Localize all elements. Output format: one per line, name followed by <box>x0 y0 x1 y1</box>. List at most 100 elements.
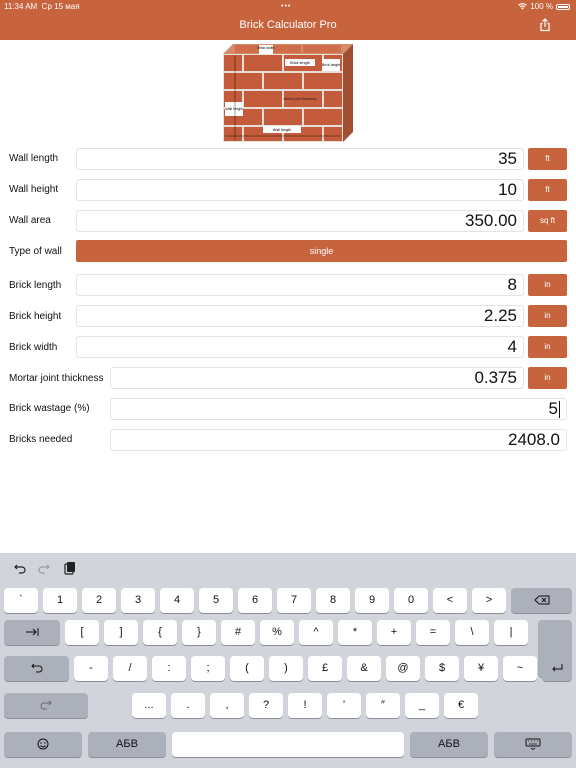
key-double-prime[interactable]: ″ <box>366 693 400 718</box>
key-question[interactable]: ? <box>249 693 283 718</box>
key-5[interactable]: 5 <box>199 588 233 613</box>
key-tilde[interactable]: ~ <box>503 656 537 681</box>
brick-height-unit-button[interactable]: in <box>528 305 567 327</box>
key-dollar[interactable]: $ <box>425 656 459 681</box>
brick-height-input[interactable]: 2.25 <box>76 305 524 327</box>
emoji-key[interactable] <box>4 732 82 757</box>
return-icon <box>552 664 563 672</box>
key-9[interactable]: 9 <box>355 588 389 613</box>
key-underscore[interactable]: _ <box>405 693 439 718</box>
dismiss-keyboard-key[interactable] <box>494 732 572 757</box>
wall-length-label: Wall length <box>9 153 59 164</box>
key-plus[interactable]: + <box>377 620 411 645</box>
key-less-than[interactable]: < <box>433 588 467 613</box>
key-at[interactable]: @ <box>386 656 420 681</box>
wifi-icon <box>518 3 528 10</box>
key-pound[interactable]: £ <box>308 656 342 681</box>
redo-icon[interactable] <box>38 562 50 574</box>
label-mortar: Mortar joint thickness <box>283 97 316 101</box>
text-caret <box>559 401 560 419</box>
key-8[interactable]: 8 <box>316 588 350 613</box>
bricks-needed-output: 2408.0 <box>110 429 567 451</box>
undo-icon[interactable] <box>14 562 26 574</box>
mortar-joint-unit-button[interactable]: in <box>528 367 567 389</box>
language-key-left[interactable]: АБВ <box>88 732 166 757</box>
emoji-icon <box>37 738 49 750</box>
label-wall-height: Wall height <box>225 107 242 111</box>
keyboard: ` 1 2 3 4 5 6 7 8 9 0 < > [ ] { } # % ^ … <box>0 553 576 768</box>
key-open-paren[interactable]: ( <box>230 656 264 681</box>
key-minus[interactable]: - <box>74 656 108 681</box>
key-colon[interactable]: : <box>152 656 186 681</box>
brick-width-label: Brick width <box>9 342 58 353</box>
key-greater-than[interactable]: > <box>472 588 506 613</box>
type-of-wall-label: Type of wall <box>9 246 62 257</box>
key-close-bracket[interactable]: ] <box>104 620 138 645</box>
brick-width-unit-button[interactable]: in <box>528 336 567 358</box>
wall-length-unit-button[interactable]: ft <box>528 148 567 170</box>
clipboard-icon[interactable] <box>63 561 76 575</box>
key-7[interactable]: 7 <box>277 588 311 613</box>
battery-icon <box>556 3 570 10</box>
space-key[interactable] <box>172 732 404 757</box>
return-key[interactable] <box>542 656 572 681</box>
brick-width-input[interactable]: 4 <box>76 336 524 358</box>
tab-key[interactable] <box>4 620 60 645</box>
wall-area-input[interactable]: 350.00 <box>76 210 524 232</box>
key-open-brace[interactable]: { <box>143 620 177 645</box>
key-period[interactable]: . <box>171 693 205 718</box>
key-6[interactable]: 6 <box>238 588 272 613</box>
undo-key[interactable] <box>4 656 69 681</box>
backspace-key[interactable] <box>511 588 572 613</box>
key-exclamation[interactable]: ! <box>288 693 322 718</box>
key-equals[interactable]: = <box>416 620 450 645</box>
key-1[interactable]: 1 <box>43 588 77 613</box>
brick-length-input[interactable]: 8 <box>76 274 524 296</box>
brick-length-unit-button[interactable]: in <box>528 274 567 296</box>
key-ampersand[interactable]: & <box>347 656 381 681</box>
backspace-icon <box>533 595 549 605</box>
key-comma[interactable]: , <box>210 693 244 718</box>
type-of-wall-button[interactable]: single <box>76 240 567 262</box>
key-semicolon[interactable]: ; <box>191 656 225 681</box>
key-percent[interactable]: % <box>260 620 294 645</box>
mortar-joint-input[interactable]: 0.375 <box>110 367 524 389</box>
key-yen[interactable]: ¥ <box>464 656 498 681</box>
brick-wall-diagram: Brick width Brick length Brick height Mo… <box>223 44 353 142</box>
key-2[interactable]: 2 <box>82 588 116 613</box>
language-key-right[interactable]: АБВ <box>410 732 488 757</box>
label-brick-length: Brick length <box>290 61 310 65</box>
page-title: Brick Calculator Pro <box>239 19 337 31</box>
wall-area-unit-button[interactable]: sq ft <box>528 210 567 232</box>
key-euro[interactable]: € <box>444 693 478 718</box>
wall-height-label: Wall height <box>9 184 59 195</box>
brick-wastage-input[interactable]: 5 <box>110 398 567 420</box>
key-slash[interactable]: / <box>113 656 147 681</box>
undo-key-icon <box>30 663 42 673</box>
key-caret[interactable]: ^ <box>299 620 333 645</box>
key-backtick[interactable]: ` <box>4 588 38 613</box>
key-backslash[interactable]: \ <box>455 620 489 645</box>
brick-height-label: Brick height <box>9 311 62 322</box>
key-hash[interactable]: # <box>221 620 255 645</box>
key-ellipsis[interactable]: ... <box>132 693 166 718</box>
brick-wastage-value: 5 <box>548 399 558 418</box>
brick-wastage-label: Brick wastage (%) <box>9 403 90 414</box>
wall-length-input[interactable]: 35 <box>76 148 524 170</box>
redo-key[interactable] <box>4 693 88 718</box>
wall-height-input[interactable]: 10 <box>76 179 524 201</box>
key-asterisk[interactable]: * <box>338 620 372 645</box>
key-pipe[interactable]: | <box>494 620 528 645</box>
key-4[interactable]: 4 <box>160 588 194 613</box>
key-apostrophe[interactable]: ’ <box>327 693 361 718</box>
mortar-joint-label: Mortar joint thickness <box>9 373 104 384</box>
key-0[interactable]: 0 <box>394 588 428 613</box>
key-close-brace[interactable]: } <box>182 620 216 645</box>
key-open-bracket[interactable]: [ <box>65 620 99 645</box>
key-3[interactable]: 3 <box>121 588 155 613</box>
redo-key-icon <box>40 700 52 710</box>
multitasking-dots-icon[interactable]: ••• <box>281 3 291 10</box>
key-close-paren[interactable]: ) <box>269 656 303 681</box>
share-icon[interactable] <box>538 18 552 32</box>
wall-height-unit-button[interactable]: ft <box>528 179 567 201</box>
